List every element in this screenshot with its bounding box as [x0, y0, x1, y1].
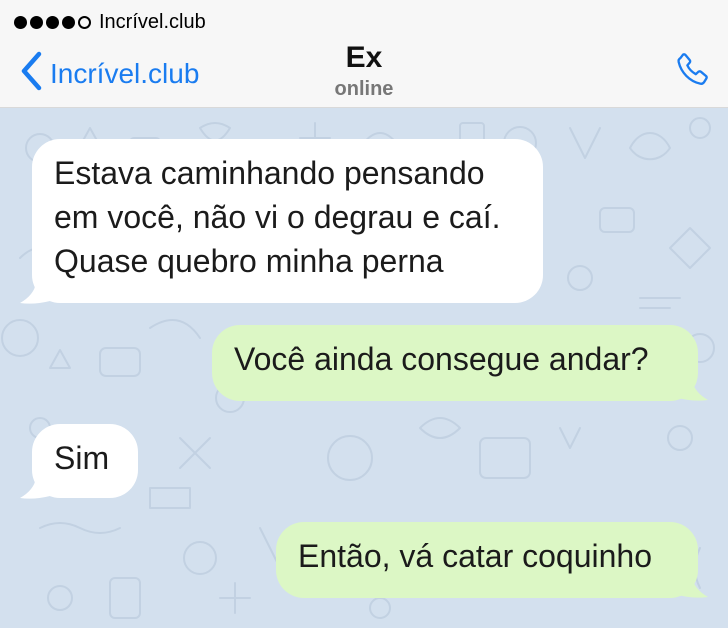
call-button[interactable] [668, 48, 716, 96]
chat-header: Incrível.club Incrível.club Ex online [0, 0, 728, 108]
signal-strength-icon [14, 15, 91, 29]
message-incoming: Estava caminhando pensando em você, não … [32, 139, 543, 303]
chevron-left-icon [20, 51, 42, 98]
chat-area[interactable]: Estava caminhando pensando em você, não … [0, 108, 728, 628]
back-button[interactable]: Incrível.club [20, 51, 200, 98]
message-incoming: Sim [32, 424, 138, 498]
message-outgoing: Então, vá catar coquinho [276, 522, 698, 598]
status-bar: Incrível.club [14, 10, 206, 34]
carrier-name: Incrível.club [99, 10, 206, 33]
phone-icon [672, 50, 712, 95]
back-label: Incrível.club [50, 58, 200, 89]
message-outgoing: Você ainda consegue andar? [212, 325, 698, 401]
